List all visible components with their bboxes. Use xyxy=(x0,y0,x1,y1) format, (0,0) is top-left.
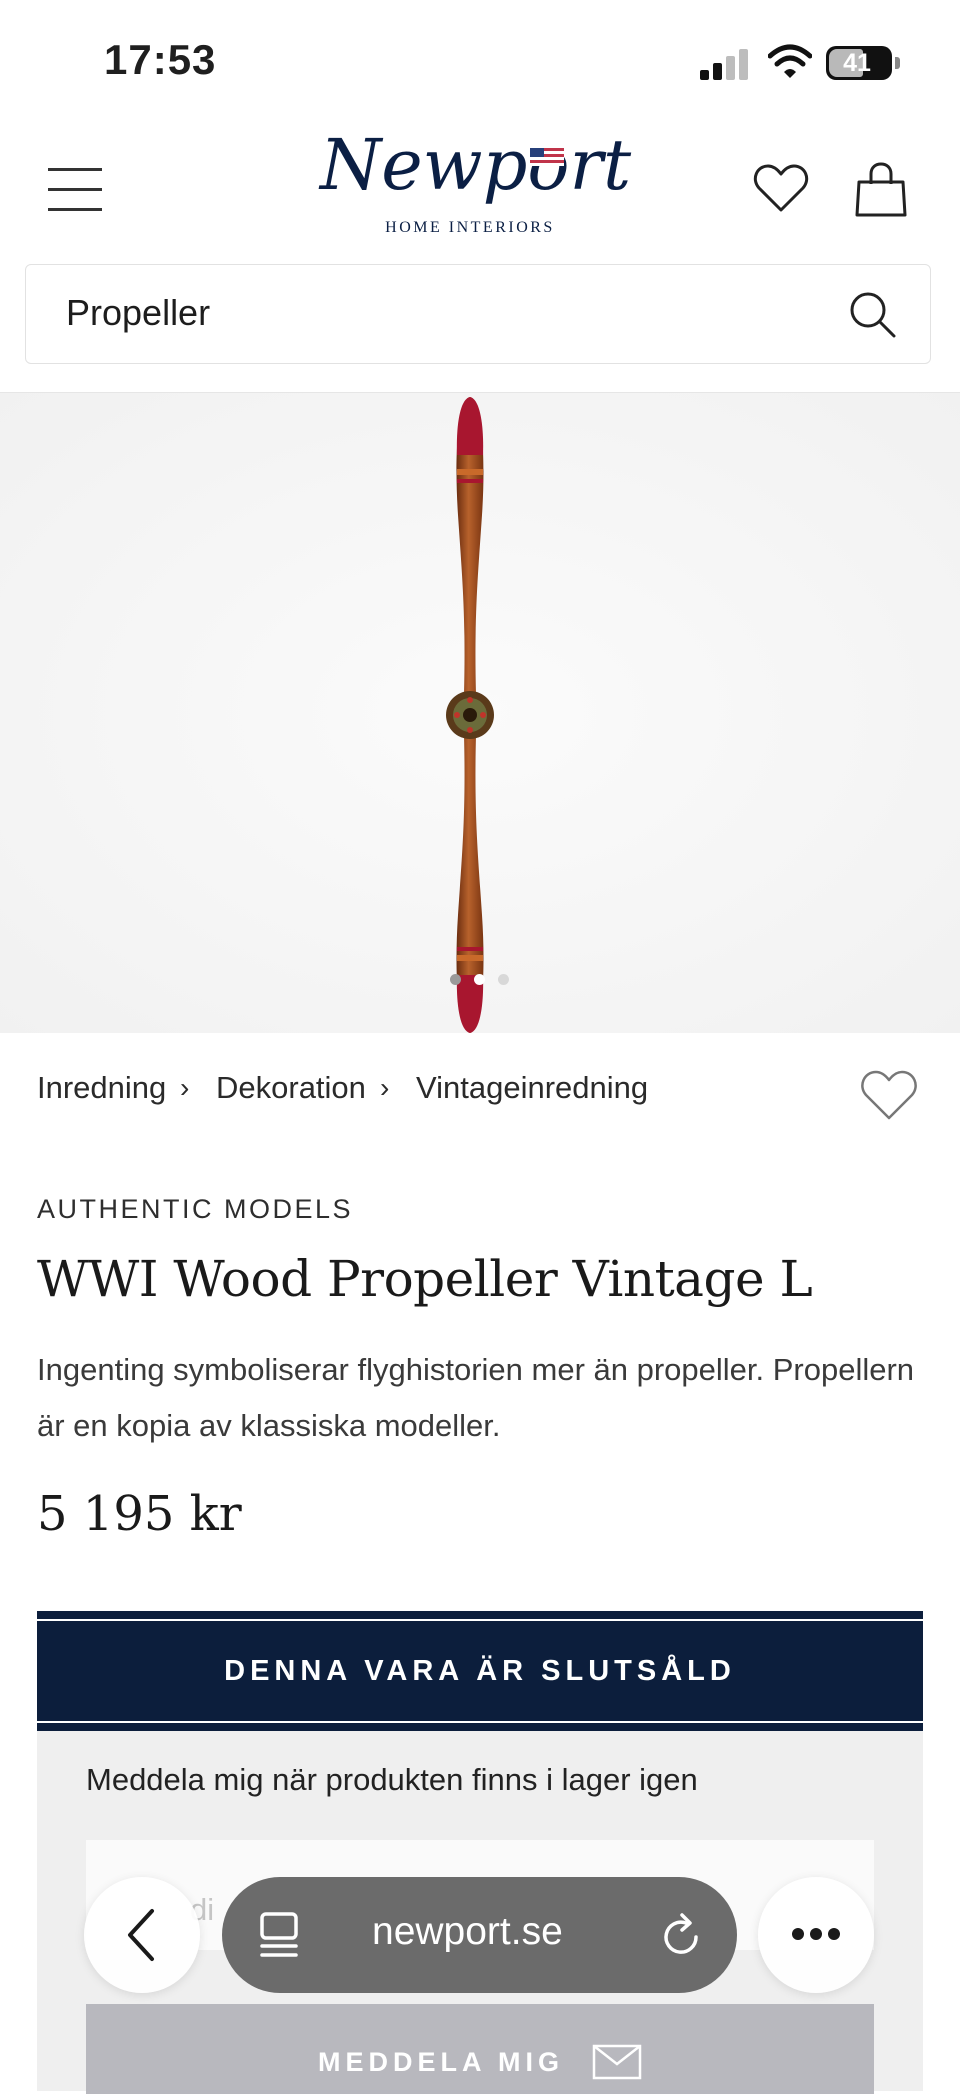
gallery-dot[interactable] xyxy=(450,974,461,985)
menu-icon[interactable] xyxy=(48,168,102,212)
soldout-label: DENNA VARA ÄR SLUTSÅLD xyxy=(224,1655,736,1687)
search-value[interactable]: Propeller xyxy=(66,292,210,334)
gallery-pagination[interactable] xyxy=(450,974,510,986)
product-price: 5 195 kr xyxy=(37,1486,242,1542)
us-flag-icon xyxy=(530,148,564,166)
shopping-bag-icon[interactable] xyxy=(854,162,908,218)
more-options-icon[interactable] xyxy=(788,1928,844,1942)
product-image-propeller[interactable] xyxy=(420,395,520,1035)
product-title: WWI Wood Propeller Vintage L xyxy=(37,1250,813,1308)
breadcrumb-item[interactable]: Inredning xyxy=(37,1070,166,1106)
gallery-dot[interactable] xyxy=(498,974,509,985)
breadcrumb-item[interactable]: Vintageinredning xyxy=(416,1070,648,1106)
mail-icon xyxy=(592,2044,642,2080)
chevron-left-icon[interactable] xyxy=(122,1905,162,1965)
breadcrumb-separator: › xyxy=(380,1072,390,1103)
gallery-dot[interactable] xyxy=(474,974,485,985)
product-description: Ingenting symboliserar flyghistorien mer… xyxy=(37,1352,915,1443)
wishlist-heart-icon[interactable] xyxy=(753,162,809,214)
notify-text: Meddela mig när produkten finns i lager … xyxy=(86,1762,698,1797)
wifi-icon xyxy=(768,44,812,78)
battery-level: 41 xyxy=(843,49,871,77)
logo-wordmark[interactable]: Newport xyxy=(320,130,631,200)
battery-icon: 41 xyxy=(826,46,900,80)
notify-me-label: MEDDELA MIG xyxy=(318,2047,564,2077)
logo-subtitle: HOME INTERIORS xyxy=(385,219,555,236)
reload-icon[interactable] xyxy=(660,1911,704,1959)
browser-url[interactable]: newport.se xyxy=(372,1910,563,1954)
status-time: 17:53 xyxy=(104,36,217,83)
soldout-banner: DENNA VARA ÄR SLUTSÅLD xyxy=(37,1611,923,1731)
product-brand[interactable]: AUTHENTIC MODELS xyxy=(37,1194,353,1225)
cellular-signal-icon xyxy=(700,48,752,80)
add-to-wishlist-heart-icon[interactable] xyxy=(860,1068,918,1122)
search-icon[interactable] xyxy=(848,290,896,338)
breadcrumb-item[interactable]: Dekoration xyxy=(216,1070,366,1106)
tabs-icon[interactable] xyxy=(258,1910,300,1960)
breadcrumb-separator: › xyxy=(180,1072,190,1103)
